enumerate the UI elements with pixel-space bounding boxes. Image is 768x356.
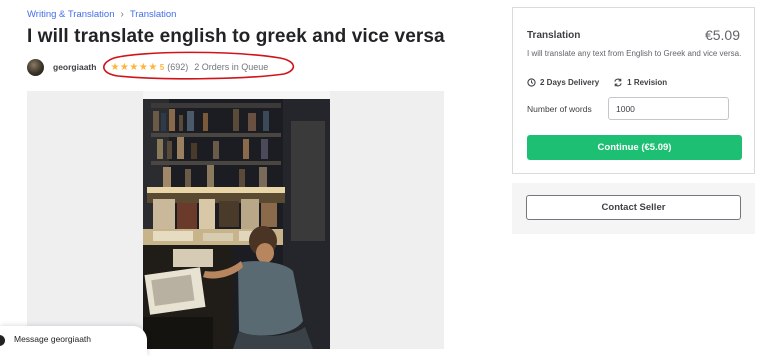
package-panel: Translation €5.09 I will translate any t… bbox=[512, 7, 755, 174]
continue-button[interactable]: Continue (€5.09) bbox=[527, 135, 742, 160]
contact-section: Contact Seller bbox=[512, 183, 755, 234]
seller-name[interactable]: georgiaath bbox=[53, 62, 96, 72]
clock-icon bbox=[527, 78, 536, 87]
message-seller-label: Message georgiaath bbox=[14, 334, 92, 344]
avatar[interactable] bbox=[27, 58, 44, 76]
chevron-right-icon: › bbox=[120, 9, 124, 20]
words-label: Number of words bbox=[527, 104, 592, 114]
avatar bbox=[0, 335, 5, 346]
gig-image[interactable] bbox=[143, 91, 330, 349]
gig-title: I will translate english to greek and vi… bbox=[27, 26, 445, 47]
gig-gallery[interactable] bbox=[27, 91, 444, 349]
revisions-count: 1 Revision bbox=[627, 78, 668, 87]
contact-seller-button[interactable]: Contact Seller bbox=[526, 195, 741, 220]
refresh-icon bbox=[614, 78, 622, 87]
bookshop-photo bbox=[143, 91, 330, 349]
package-price: €5.09 bbox=[704, 27, 740, 43]
breadcrumb: Writing & Translation › Translation bbox=[27, 9, 176, 20]
hand-drawn-annotation bbox=[103, 51, 295, 80]
message-seller-bar[interactable]: Message georgiaath bbox=[0, 326, 147, 356]
package-meta: 2 Days Delivery 1 Revision bbox=[527, 78, 667, 87]
package-description: I will translate any text from English t… bbox=[527, 49, 742, 58]
package-name: Translation bbox=[527, 29, 581, 41]
breadcrumb-subcategory[interactable]: Translation bbox=[130, 9, 177, 20]
delivery-time: 2 Days Delivery bbox=[540, 78, 600, 87]
breadcrumb-category[interactable]: Writing & Translation bbox=[27, 9, 114, 20]
words-input[interactable] bbox=[608, 97, 729, 120]
